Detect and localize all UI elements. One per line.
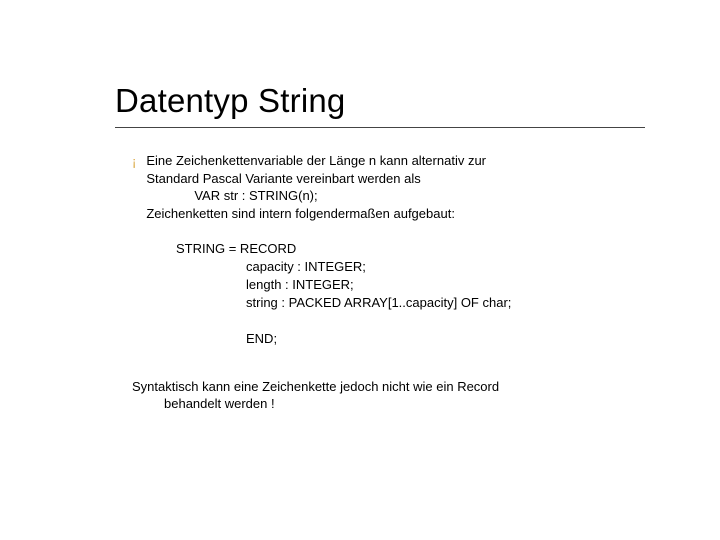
title-underline: [115, 127, 645, 128]
code-block: STRING = RECORD capacity : INTEGER; leng…: [132, 240, 652, 348]
code-line-4: string : PACKED ARRAY[1..capacity] OF ch…: [176, 294, 652, 312]
slide-body: ¡ Eine Zeichenkettenvariable der Länge n…: [132, 152, 652, 413]
bullet-item-1: ¡ Eine Zeichenkettenvariable der Länge n…: [132, 152, 652, 222]
slide: Datentyp String ¡ Eine Zeichenkettenvari…: [0, 0, 720, 540]
intro-paragraph: Eine Zeichenkettenvariable der Länge n k…: [146, 152, 652, 222]
note-line-1: Syntaktisch kann eine Zeichenkette jedoc…: [132, 378, 652, 396]
code-line-1: STRING = RECORD: [176, 240, 652, 258]
intro-line-2: Standard Pascal Variante vereinbart werd…: [146, 170, 652, 188]
bullet-icon: ¡: [132, 153, 136, 171]
code-line-3: length : INTEGER;: [176, 276, 652, 294]
intro-var-line: VAR str : STRING(n);: [146, 187, 652, 205]
slide-title: Datentyp String: [115, 82, 345, 120]
code-line-2: capacity : INTEGER;: [176, 258, 652, 276]
code-line-6: END;: [176, 330, 652, 348]
note-paragraph: Syntaktisch kann eine Zeichenkette jedoc…: [132, 378, 652, 413]
code-line-blank: [176, 312, 652, 330]
intro-line-1: Eine Zeichenkettenvariable der Länge n k…: [146, 152, 652, 170]
note-line-2: behandelt werden !: [132, 395, 652, 413]
intro-line-3: Zeichenketten sind intern folgendermaßen…: [146, 205, 652, 223]
